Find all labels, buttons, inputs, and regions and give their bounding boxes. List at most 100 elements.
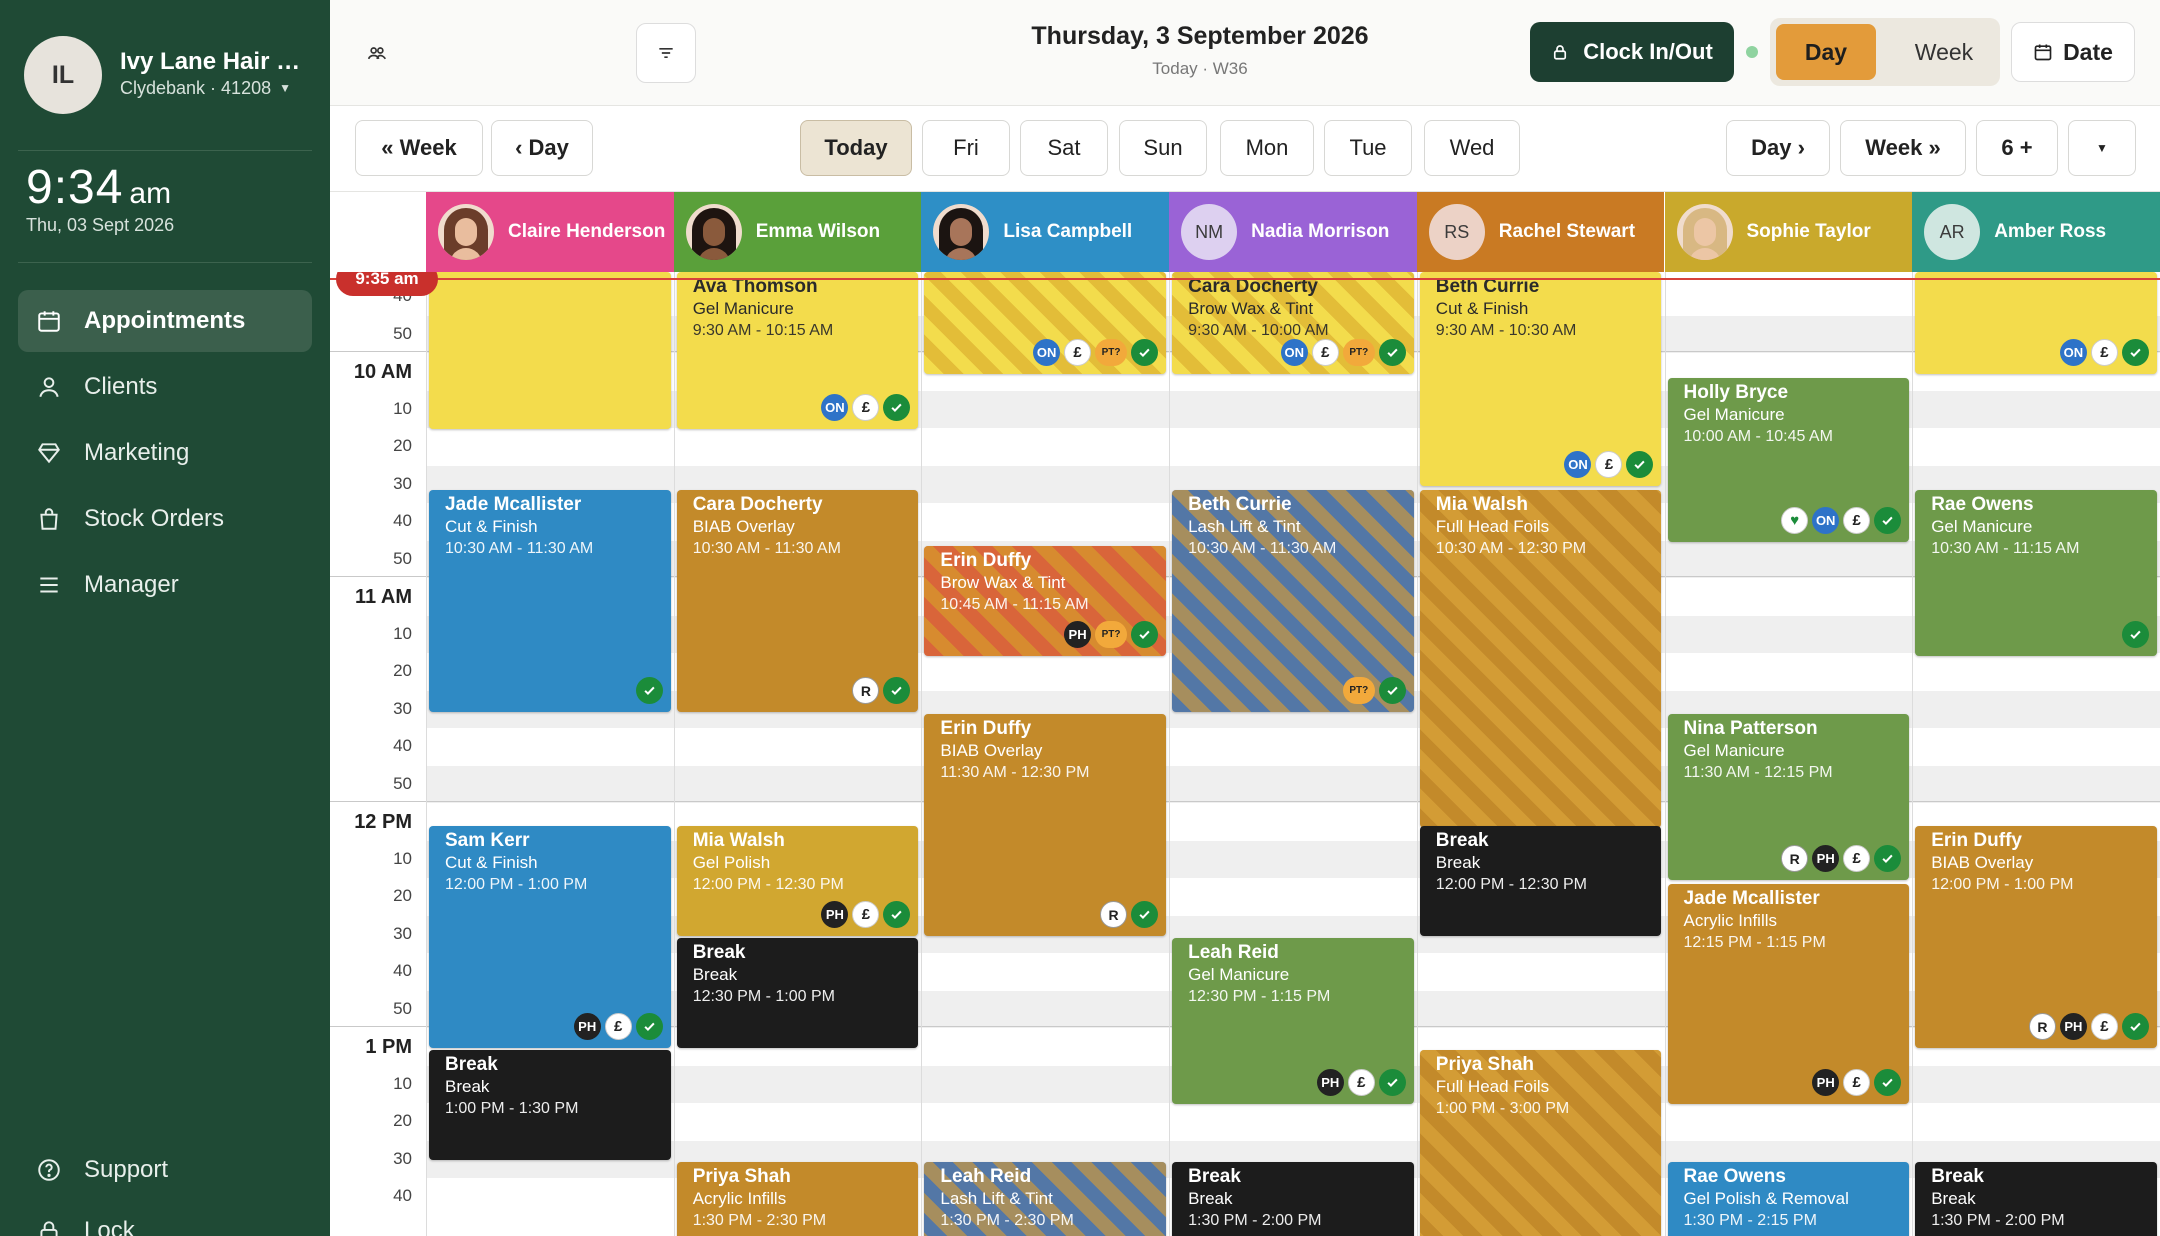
staff-name: Lisa Campbell: [1003, 221, 1133, 242]
badge-gbp: £: [2090, 339, 2118, 366]
day-tue-button[interactable]: Tue: [1324, 120, 1412, 176]
view-week-button[interactable]: Week: [1894, 24, 1994, 80]
day-wed-button[interactable]: Wed: [1424, 120, 1520, 176]
clock-in-out-button[interactable]: Clock In/Out: [1530, 22, 1734, 82]
appointment-service: Break: [1931, 1189, 1976, 1208]
time-label: 10: [393, 1073, 412, 1093]
day-mon-button[interactable]: Mon: [1220, 120, 1314, 176]
view-day-button[interactable]: Day: [1776, 24, 1876, 80]
nav-lock[interactable]: Lock: [18, 1200, 312, 1236]
time-label: 1 PM: [365, 1036, 412, 1058]
time-label: 10: [393, 398, 412, 418]
next-week-button[interactable]: Week »: [1840, 120, 1966, 176]
appointment-client: Break: [1188, 1166, 1241, 1187]
appointment-card[interactable]: Cara Docherty Brow Wax & Tint 9:30 AM - 10…: [1172, 272, 1414, 374]
appointment-card[interactable]: Mia Walsh Gel Polish 12:00 PM - 12:30 PM PH…: [676, 826, 919, 936]
appointment-card[interactable]: Ava Thomson Gel Manicure 9:30 AM - 10:15 A…: [676, 272, 919, 429]
appointment-card[interactable]: Erin Duffy BIAB Overlay 12:00 PM - 1:00 PM…: [1915, 826, 2157, 1048]
appointment-card[interactable]: Beth Currie Lash Lift & Tint 10:30 AM - 11…: [1172, 490, 1414, 712]
appointment-card[interactable]: [429, 272, 671, 429]
appointment-card[interactable]: Priya Shah Full Head Foils 1:00 PM - 3:00 …: [1419, 1050, 1662, 1236]
appointment-card[interactable]: Holly Bryce Gel Manicure 10:00 AM - 10:45 …: [1667, 378, 1910, 542]
salon-name[interactable]: Ivy Lane Hair & ...: [120, 48, 315, 76]
check-confirmed-icon: [1626, 451, 1654, 478]
nav-appointments[interactable]: Appointments: [18, 290, 312, 352]
appointment-time: 1:30 PM - 2:00 PM: [1188, 1212, 1322, 1229]
time-label: 11 AM: [354, 586, 412, 608]
staff-initials-avatar: NM: [1181, 204, 1238, 260]
appointment-badges: R PH £: [1781, 845, 1902, 872]
staff-column-header[interactable]: NM Nadia Morrison: [1169, 192, 1417, 272]
appointment-time: 11:30 AM - 12:15 PM: [1683, 764, 1833, 781]
appointment-card[interactable]: Beth Currie Cut & Finish 9:30 AM - 10:30 A…: [1419, 272, 1662, 486]
staff-name: Claire Henderson: [508, 221, 666, 242]
more-days-button[interactable]: 6 +: [1976, 120, 2058, 176]
appointment-card[interactable]: Leah Reid Gel Manicure 12:30 PM - 1:15 PM P…: [1172, 938, 1414, 1104]
break-block[interactable]: Break Break 1:30 PM - 2:00 PM: [1915, 1162, 2157, 1236]
nav-stock-orders[interactable]: Stock Orders: [18, 488, 312, 550]
break-block[interactable]: Break Break 1:30 PM - 2:00 PM: [1172, 1162, 1414, 1236]
break-block[interactable]: Break Break 12:00 PM - 12:30 PM: [1419, 826, 1662, 936]
appointment-client: Nina Patterson: [1683, 718, 1818, 739]
clock-label: Clock In/Out: [1583, 39, 1713, 64]
nav-label: Manager: [84, 571, 179, 598]
appointment-client: Break: [1931, 1166, 1985, 1187]
break-block[interactable]: Break Break 12:30 PM - 1:00 PM: [676, 938, 919, 1048]
day-sat-button[interactable]: Sat: [1020, 120, 1108, 176]
badge-pt: PT?: [1342, 339, 1375, 366]
salon-avatar[interactable]: IL: [24, 36, 102, 114]
appointment-card[interactable]: Priya Shah Acrylic Infills 1:30 PM - 2:30 …: [676, 1162, 919, 1236]
check-confirmed-icon: [1131, 621, 1159, 648]
appointment-card[interactable]: Jade Mcallister Acrylic Infills 12:15 PM -…: [1667, 884, 1910, 1104]
appointment-badges: R PH £: [2028, 1013, 2149, 1040]
badge-gbp: £: [1595, 451, 1623, 478]
staff-toggle-button[interactable]: [354, 30, 400, 76]
date-picker-button[interactable]: Date: [2011, 22, 2135, 82]
time-label: 40: [393, 1186, 412, 1205]
nav-marketing[interactable]: Marketing: [18, 422, 312, 484]
nav-manager[interactable]: Manager: [18, 554, 312, 616]
break-block[interactable]: Break Break 1:00 PM - 1:30 PM: [429, 1050, 671, 1160]
nav-clients[interactable]: Clients: [18, 356, 312, 418]
branch-selector[interactable]: Clydebank · 41208 ▼: [120, 78, 291, 99]
appointment-card[interactable]: Erin Duffy Brow Wax & Tint 10:45 AM - 11:1…: [924, 546, 1167, 656]
day-fri-button[interactable]: Fri: [922, 120, 1010, 176]
appointment-card[interactable]: Nina Patterson Gel Manicure 11:30 AM - 12:…: [1667, 714, 1910, 880]
time-label: 10: [393, 848, 412, 868]
appointment-card[interactable]: Jade Mcallister Cut & Finish 10:30 AM - 11…: [429, 490, 671, 712]
staff-name: Emma Wilson: [755, 221, 881, 242]
check-confirmed-icon: [1378, 677, 1406, 704]
staff-column-header[interactable]: Sophie Taylor: [1664, 192, 1913, 272]
appointment-card[interactable]: Leah Reid Lash Lift & Tint 1:30 PM - 2:30 …: [924, 1162, 1167, 1236]
appointment-card[interactable]: Mia Walsh Full Head Foils 10:30 AM - 12:30…: [1419, 490, 1662, 828]
appointment-card[interactable]: Rae Owens Gel Manicure 10:30 AM - 11:15 AM: [1915, 490, 2157, 656]
column-divider: [426, 272, 427, 1236]
prev-day-button[interactable]: ‹ Day: [491, 120, 593, 176]
check-confirmed-icon: [2121, 621, 2149, 648]
staff-column-header[interactable]: Emma Wilson: [673, 192, 922, 272]
staff-column-header[interactable]: AR Amber Ross: [1912, 192, 2160, 272]
staff-column-header[interactable]: RS Rachel Stewart: [1416, 192, 1665, 272]
time-label: 40: [393, 736, 412, 755]
filter-button[interactable]: [636, 23, 696, 83]
appointment-card[interactable]: ON £ PT?: [924, 272, 1167, 374]
appointment-badges: PH £: [573, 1013, 663, 1040]
appointment-card[interactable]: Sam Kerr Cut & Finish 12:00 PM - 1:00 PM PH…: [429, 826, 671, 1048]
day-sun-button[interactable]: Sun: [1119, 120, 1207, 176]
time-label: 20: [393, 1111, 412, 1130]
date-label: Date: [2063, 38, 2113, 65]
today-button[interactable]: Today: [800, 120, 912, 176]
staff-column-header[interactable]: Lisa Campbell: [921, 192, 1170, 272]
check-confirmed-icon: [1874, 1069, 1902, 1096]
staff-column-header[interactable]: Claire Henderson: [426, 192, 674, 272]
appointment-card[interactable]: ON £: [1915, 272, 2157, 374]
appointment-card[interactable]: Erin Duffy BIAB Overlay 11:30 AM - 12:30 P…: [924, 714, 1167, 936]
appointment-card[interactable]: Rae Owens Gel Polish & Removal 1:30 PM - 2…: [1667, 1162, 1910, 1236]
appointment-card[interactable]: Cara Docherty BIAB Overlay 10:30 AM - 11:3…: [676, 490, 919, 712]
more-dropdown-button[interactable]: ▼: [2068, 120, 2136, 176]
next-day-button[interactable]: Day ›: [1726, 120, 1830, 176]
prev-week-button[interactable]: « Week: [355, 120, 483, 176]
nav-support[interactable]: Support: [18, 1139, 312, 1201]
appointment-service: Gel Polish & Removal: [1683, 1189, 1849, 1208]
staff-header-gutter: [330, 192, 426, 272]
